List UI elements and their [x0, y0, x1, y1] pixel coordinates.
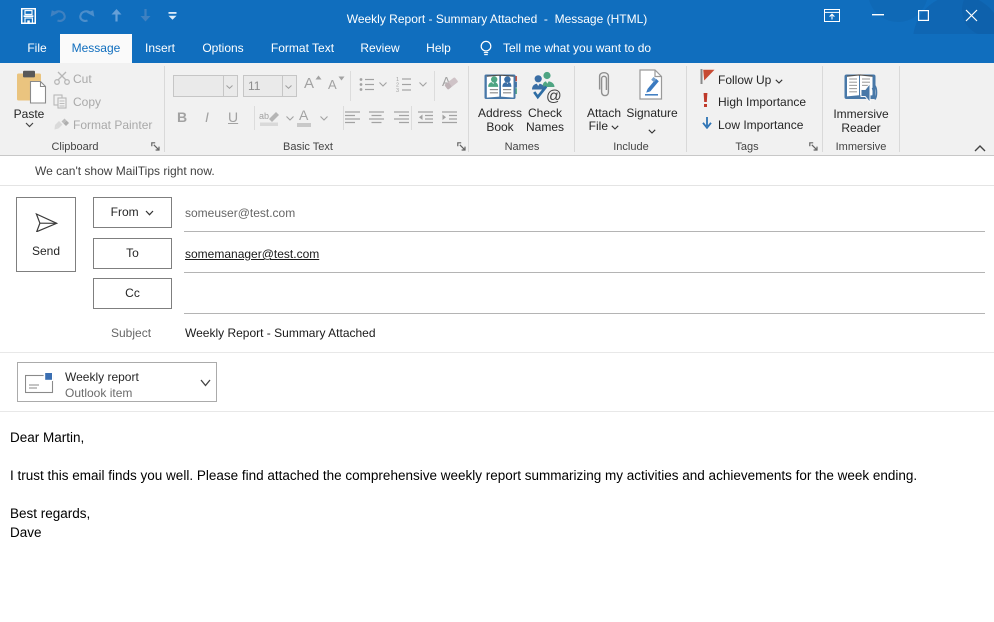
- svg-text:3: 3: [396, 88, 399, 93]
- svg-text:ab: ab: [259, 111, 269, 121]
- svg-text:@: @: [546, 88, 562, 103]
